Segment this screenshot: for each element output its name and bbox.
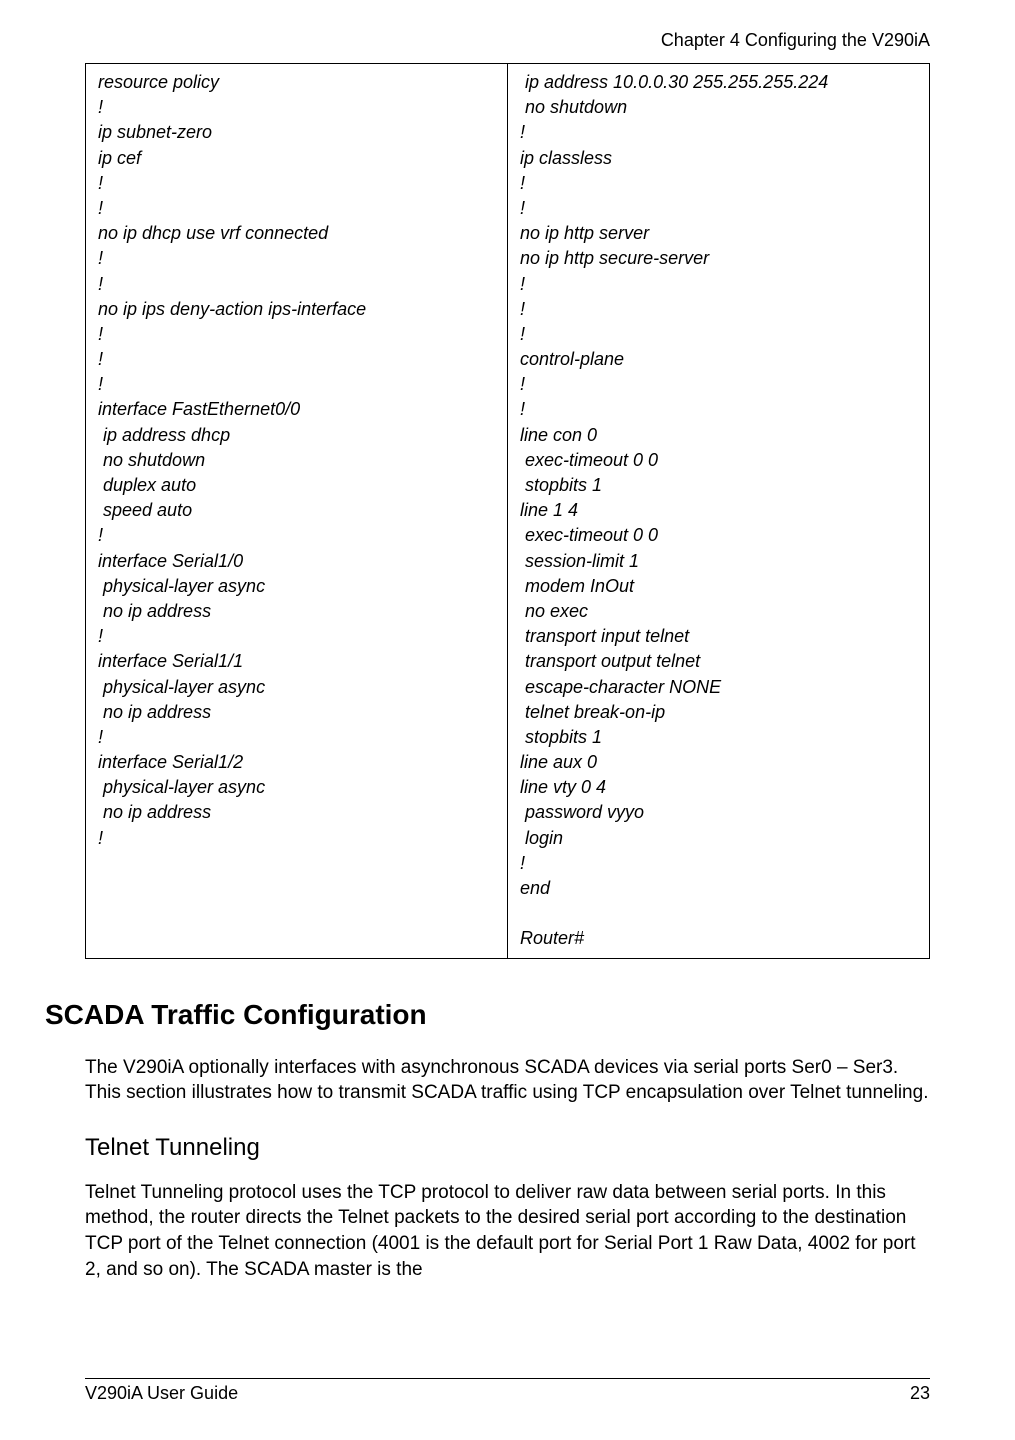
config-table: resource policy ! ip subnet-zero ip cef … bbox=[85, 63, 930, 959]
config-right-cell: ip address 10.0.0.30 255.255.255.224 no … bbox=[508, 64, 930, 959]
section-intro: The V290iA optionally interfaces with as… bbox=[85, 1055, 930, 1106]
page-footer: V290iA User Guide 23 bbox=[85, 1378, 930, 1404]
config-row: resource policy ! ip subnet-zero ip cef … bbox=[86, 64, 930, 959]
config-left-cell: resource policy ! ip subnet-zero ip cef … bbox=[86, 64, 508, 959]
subsection-heading: Telnet Tunneling bbox=[85, 1134, 930, 1162]
footer-page-number: 23 bbox=[910, 1383, 930, 1404]
chapter-header: Chapter 4 Configuring the V290iA bbox=[85, 30, 930, 51]
section-heading: SCADA Traffic Configuration bbox=[45, 999, 930, 1031]
footer-left: V290iA User Guide bbox=[85, 1383, 238, 1404]
subsection-body: Telnet Tunneling protocol uses the TCP p… bbox=[85, 1180, 930, 1283]
page: Chapter 4 Configuring the V290iA resourc… bbox=[0, 0, 1015, 1440]
